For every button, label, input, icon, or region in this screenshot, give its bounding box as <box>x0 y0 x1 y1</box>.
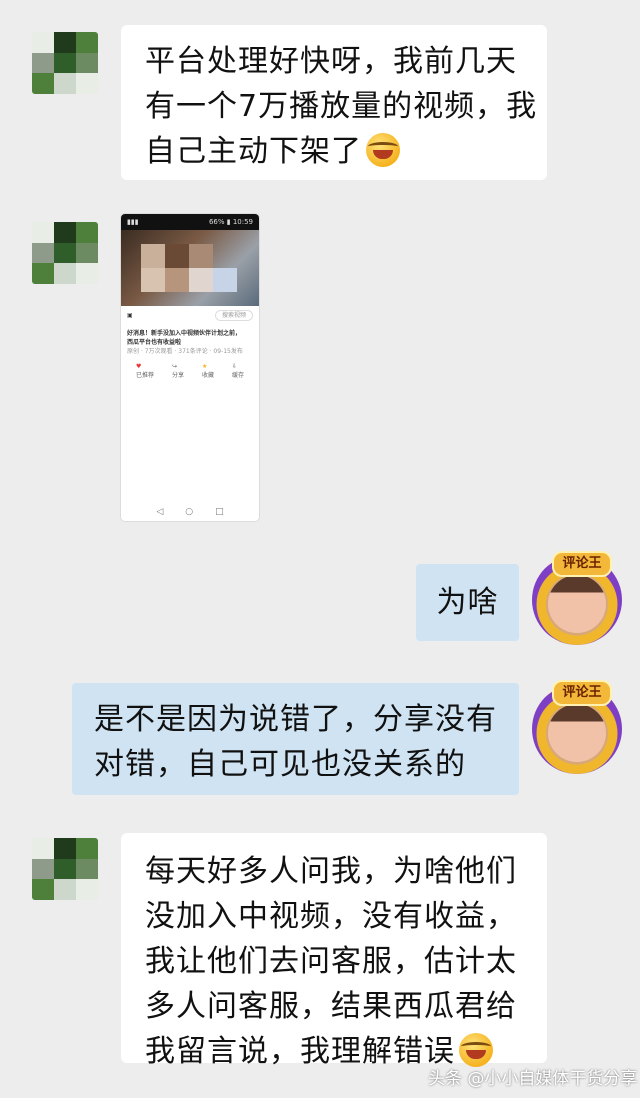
avatar-right[interactable]: 评论王 <box>532 551 622 645</box>
avatar-right[interactable]: 评论王 <box>532 680 622 774</box>
badge-label: 评论王 <box>552 551 612 577</box>
message-text: 平台处理好快呀，我前几天 <box>145 44 517 79</box>
message-text: 自己主动下架了 <box>145 129 525 174</box>
laughing-crying-emoji-icon <box>366 133 400 167</box>
video-title: 好消息！新手没加入中视频伙伴计划之前， <box>127 330 242 337</box>
message-text: 没加入中视频，没有收益， <box>145 899 517 934</box>
watermark-text: 头条 @小小自媒体干货分享 <box>428 1069 638 1089</box>
recommend-action: ♥ 已推荐 <box>135 363 154 379</box>
favorite-action: ★ 收藏 <box>201 363 214 379</box>
message-bubble[interactable]: 为啥 <box>416 564 519 641</box>
message-text: 为啥 <box>436 585 499 620</box>
laughing-crying-emoji-icon <box>459 1033 493 1067</box>
back-icon: ◁ <box>156 507 164 517</box>
status-right: 66% ▮ 10:59 <box>208 218 253 226</box>
message-text: 是不是因为说错了，分享没有 <box>94 702 497 737</box>
message-text: 对错，自己可见也没关系的 <box>94 747 466 782</box>
user-photo <box>548 704 606 762</box>
home-icon: ○ <box>185 507 194 517</box>
message-text: 我让他们去问客服，估计太 <box>145 944 517 979</box>
shared-screenshot-image[interactable]: ▮▮▮ 66% ▮ 10:59 ▣ 搜索视频 好消息！新手没加入中视频伙伴计划之… <box>121 214 259 521</box>
user-photo <box>548 575 606 633</box>
app-logo-icon: ▣ <box>127 312 133 319</box>
badge-label: 评论王 <box>552 680 612 706</box>
phone-nav-bar: ◁ ○ □ <box>121 507 259 517</box>
phone-status-bar: ▮▮▮ 66% ▮ 10:59 <box>121 214 259 230</box>
message-bubble[interactable]: 平台处理好快呀，我前几天 有一个7万播放量的视频，我 自己主动下架了 <box>121 25 547 180</box>
message-text: 每天好多人问我，为啥他们 <box>145 854 517 889</box>
download-action: ⇩ 缓存 <box>231 363 244 379</box>
signal-icon: ▮▮▮ <box>127 218 139 226</box>
recents-icon: □ <box>215 507 224 517</box>
message-bubble[interactable]: 是不是因为说错了，分享没有 对错，自己可见也没关系的 <box>72 683 519 795</box>
video-title: 西瓜平台也有收益啦 <box>127 339 182 346</box>
avatar-left[interactable] <box>32 838 98 900</box>
message-text: 有一个7万播放量的视频，我 <box>145 89 538 124</box>
share-action: ↪ 分享 <box>171 363 184 379</box>
search-chip: 搜索视频 <box>214 310 253 321</box>
avatar-left[interactable] <box>32 32 98 94</box>
message-text: 多人问客服，结果西瓜君给 <box>145 989 517 1024</box>
message-bubble[interactable]: 每天好多人问我，为啥他们 没加入中视频，没有收益， 我让他们去问客服，估计太 多… <box>121 833 547 1069</box>
avatar-left[interactable] <box>32 222 98 284</box>
video-meta: 原创 · 7万次观看 · 371条评论 · 09-15发布 <box>127 348 243 355</box>
video-thumbnail <box>121 230 259 306</box>
